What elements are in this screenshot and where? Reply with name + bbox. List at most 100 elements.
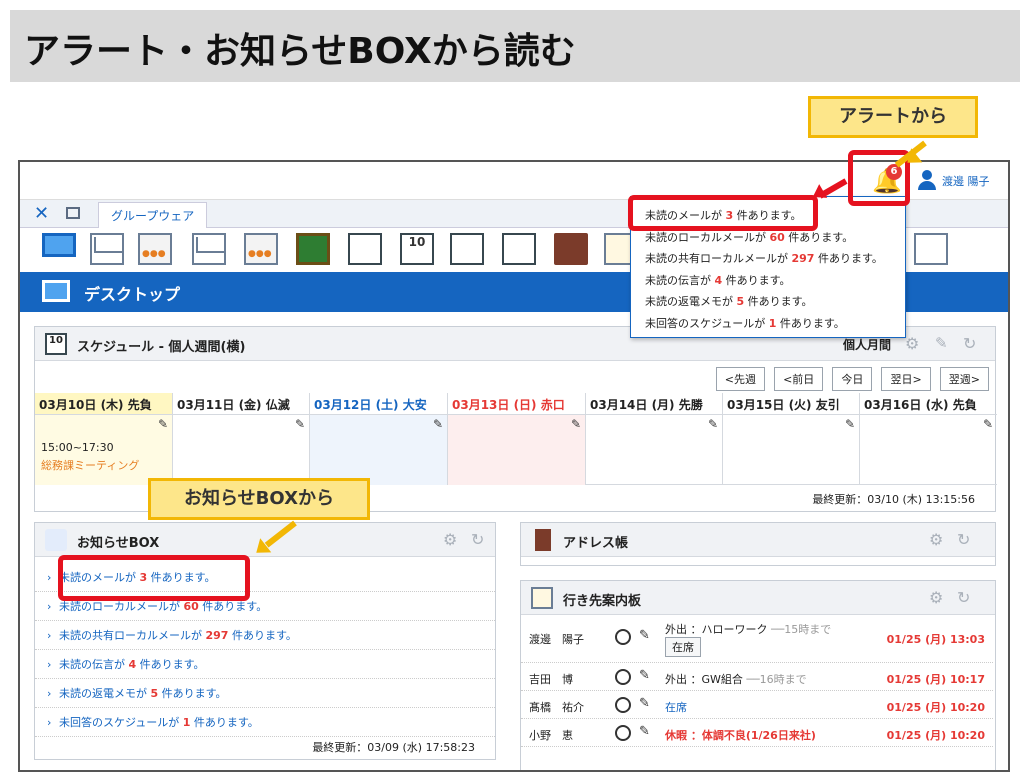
day-column[interactable]: 03月10日 (木) 先負 ✎ 15:00~17:30 総務課ミーティング bbox=[35, 393, 173, 485]
pencil-icon[interactable]: ✎ bbox=[639, 724, 650, 739]
desktop-icon[interactable] bbox=[42, 233, 76, 257]
user-icon[interactable] bbox=[918, 170, 936, 190]
address-title: アドレス帳 bbox=[563, 536, 629, 551]
clock-icon[interactable] bbox=[615, 669, 631, 685]
tab-groupware[interactable]: グループウェア bbox=[98, 202, 208, 228]
alert-text-post: 件あります。 bbox=[814, 252, 883, 265]
day-header: 03月16日 (水) 先負 bbox=[860, 393, 997, 415]
pencil-icon[interactable]: ✎ bbox=[433, 417, 443, 431]
notice-count: 5 bbox=[150, 687, 159, 700]
page-title: デスクトップ bbox=[84, 285, 181, 304]
notice-count: 297 bbox=[205, 629, 229, 642]
refresh-icon[interactable]: ↻ bbox=[963, 334, 976, 353]
pencil-icon[interactable]: ✎ bbox=[983, 417, 993, 431]
pencil-icon[interactable]: ✎ bbox=[639, 696, 650, 711]
refresh-icon[interactable]: ↻ bbox=[471, 530, 484, 549]
clock-icon[interactable] bbox=[615, 725, 631, 741]
document-icon[interactable] bbox=[348, 233, 382, 265]
prev-day-button[interactable]: <前日 bbox=[774, 367, 824, 391]
location-row[interactable]: 吉田 博 ✎ 外出 ：GW組合 ──16時まで 01/25 (月) 10:17 bbox=[521, 663, 993, 691]
close-icon[interactable]: ✕ bbox=[34, 203, 49, 224]
prev-week-button[interactable]: <先週 bbox=[715, 367, 765, 391]
alert-text-pre: 未読の返電メモが bbox=[645, 295, 737, 308]
window-layout-icon[interactable] bbox=[914, 233, 948, 265]
schedule-title: スケジュール - 個人週間(横) bbox=[77, 340, 246, 355]
pencil-icon[interactable]: ✎ bbox=[708, 417, 718, 431]
notice-text-post: 件あります。 bbox=[190, 716, 259, 729]
shared-mail-icon[interactable] bbox=[244, 233, 278, 265]
updated-time: 01/25 (月) 13:03 bbox=[886, 633, 985, 646]
pencil-icon[interactable]: ✎ bbox=[571, 417, 581, 431]
alert-item[interactable]: 未読の返電メモが 5 件あります。 bbox=[645, 293, 901, 309]
day-column[interactable]: 03月11日 (金) 仏滅 ✎ bbox=[173, 393, 310, 485]
pencil-icon[interactable]: ✎ bbox=[935, 334, 948, 352]
notice-updated: 最終更新：03/09 (水) 17:58:23 bbox=[312, 741, 475, 754]
day-column[interactable]: 03月13日 (日) 赤口 ✎ bbox=[448, 393, 586, 485]
gantt-icon[interactable] bbox=[450, 233, 484, 265]
today-button[interactable]: 今日 bbox=[832, 367, 873, 391]
day-column[interactable]: 03月14日 (月) 先勝 ✎ bbox=[586, 393, 723, 485]
notice-item[interactable]: › 未読の伝言が 4 件あります。 bbox=[35, 650, 495, 679]
user-name[interactable]: 渡邊 陽子 bbox=[942, 173, 990, 189]
window-icon[interactable] bbox=[66, 207, 80, 219]
in-office-button[interactable]: 在席 bbox=[665, 637, 701, 657]
gear-icon[interactable]: ⚙ bbox=[443, 530, 457, 549]
pencil-icon[interactable]: ✎ bbox=[639, 668, 650, 683]
pencil-icon[interactable]: ✎ bbox=[295, 417, 305, 431]
view-mode-link[interactable]: 個人月間 bbox=[843, 336, 891, 353]
alert-count: 60 bbox=[769, 230, 785, 244]
alert-text-pre: 未回答のスケジュールが bbox=[645, 316, 769, 330]
pencil-icon[interactable]: ✎ bbox=[845, 417, 855, 431]
pencil-icon[interactable]: ✎ bbox=[158, 417, 168, 431]
local-mail-icon[interactable] bbox=[192, 233, 226, 265]
group-mail-icon[interactable] bbox=[138, 233, 172, 265]
clock-icon[interactable] bbox=[615, 697, 631, 713]
bulletin-board-icon[interactable] bbox=[296, 233, 330, 265]
member-name: 渡邊 陽子 bbox=[529, 633, 584, 646]
gear-icon[interactable]: ⚙ bbox=[929, 530, 943, 549]
updated-time: 01/25 (月) 10:20 bbox=[886, 701, 985, 714]
day-header: 03月11日 (金) 仏滅 bbox=[173, 393, 309, 415]
day-column[interactable]: 03月15日 (火) 友引 ✎ bbox=[723, 393, 860, 485]
event-time[interactable]: 15:00~17:30 bbox=[41, 441, 114, 454]
next-week-button[interactable]: 翌週> bbox=[939, 367, 989, 391]
address-book-icon[interactable] bbox=[554, 233, 588, 265]
event-name[interactable]: 総務課ミーティング bbox=[41, 457, 139, 473]
notice-text-pre: 未読の共有ローカルメールが bbox=[59, 629, 206, 642]
refresh-icon[interactable]: ↻ bbox=[957, 588, 970, 607]
gear-icon[interactable]: ⚙ bbox=[929, 588, 943, 607]
day-header: 03月10日 (木) 先負 bbox=[35, 393, 172, 415]
day-column[interactable]: 03月12日 (土) 大安 ✎ bbox=[310, 393, 448, 485]
notice-text-pre: 未読の伝言が bbox=[59, 658, 129, 671]
clock-icon[interactable] bbox=[615, 629, 631, 645]
refresh-icon[interactable]: ↻ bbox=[957, 530, 970, 549]
mail-icon[interactable] bbox=[90, 233, 124, 265]
day-header: 03月14日 (月) 先勝 bbox=[586, 393, 722, 415]
week-grid: 03月10日 (木) 先負 ✎ 15:00~17:30 総務課ミーティング 03… bbox=[35, 393, 997, 485]
day-column[interactable]: 03月16日 (水) 先負 ✎ bbox=[860, 393, 997, 485]
notice-item[interactable]: › 未回答のスケジュールが 1 件あります。 bbox=[35, 708, 495, 737]
location-row[interactable]: 髙橋 祐介 ✎ 在席 01/25 (月) 10:20 bbox=[521, 691, 993, 719]
location-row[interactable]: 渡邊 陽子 ✎ 外出 ：ハローワーク ──15時まで 在席 01/25 (月) … bbox=[521, 617, 993, 663]
alert-item[interactable]: 未回答のスケジュールが 1 件あります。 bbox=[645, 315, 901, 331]
return-time: ──15時まで bbox=[771, 623, 832, 636]
location-panel-header: 行き先案内板 ⚙ ↻ bbox=[521, 581, 995, 615]
calendar-icon[interactable]: 10 bbox=[400, 233, 434, 265]
alert-text-post: 件あります。 bbox=[784, 230, 854, 244]
list-icon[interactable] bbox=[502, 233, 536, 265]
chevron-right-icon: › bbox=[47, 571, 52, 584]
next-day-button[interactable]: 翌日> bbox=[881, 367, 931, 391]
day-header: 03月15日 (火) 友引 bbox=[723, 393, 859, 415]
alert-item[interactable]: 未読の共有ローカルメールが 297 件あります。 bbox=[645, 250, 901, 266]
notice-text-post: 件あります。 bbox=[198, 600, 268, 613]
day-header: 03月13日 (日) 赤口 bbox=[448, 393, 585, 415]
notice-box-icon bbox=[45, 529, 67, 551]
updated-time: 01/25 (月) 10:20 bbox=[886, 729, 985, 742]
pencil-icon[interactable]: ✎ bbox=[639, 628, 650, 643]
chevron-right-icon: › bbox=[47, 716, 52, 729]
alert-item[interactable]: 未読の伝言が 4 件あります。 bbox=[645, 272, 901, 288]
notice-item[interactable]: › 未読の共有ローカルメールが 297 件あります。 bbox=[35, 621, 495, 650]
gear-icon[interactable]: ⚙ bbox=[905, 334, 919, 353]
notice-item[interactable]: › 未読の返電メモが 5 件あります。 bbox=[35, 679, 495, 708]
location-row[interactable]: 小野 恵 ✎ 休暇 ：体調不良(1/26日来社) 01/25 (月) 10:20 bbox=[521, 719, 993, 747]
